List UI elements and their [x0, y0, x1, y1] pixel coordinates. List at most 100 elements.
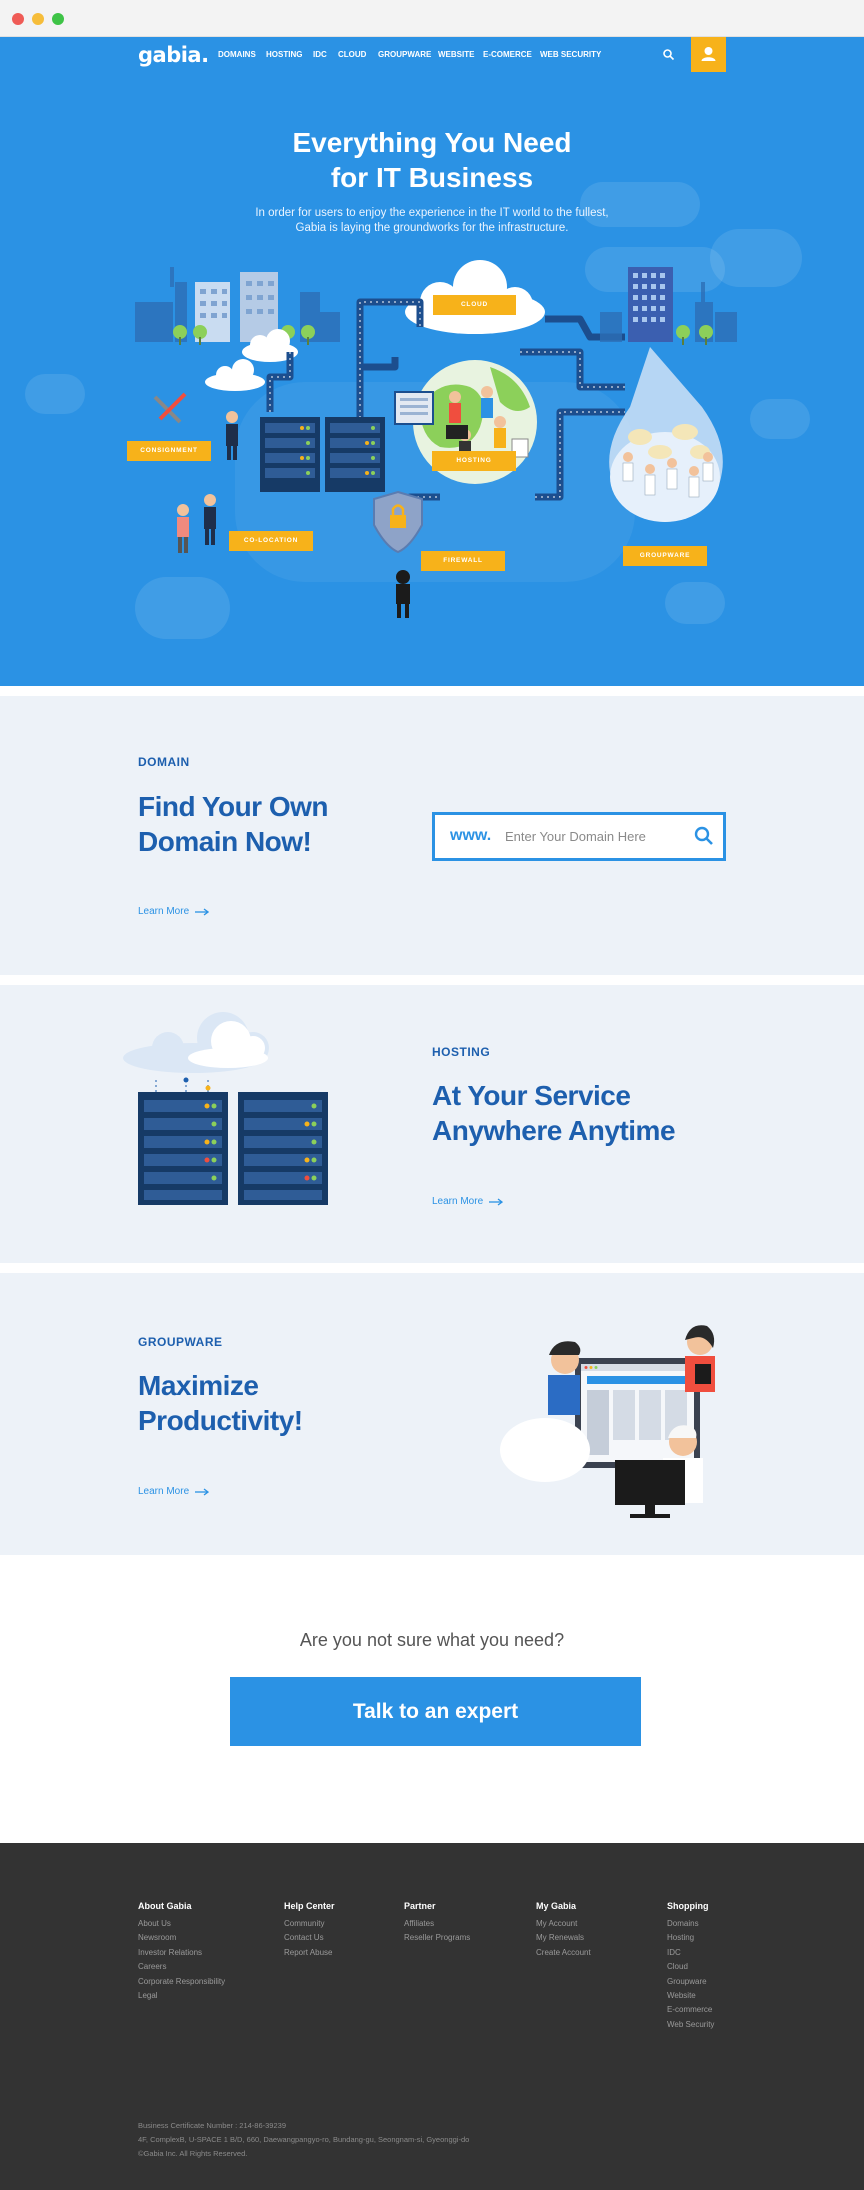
hero-title: Everything You Need for IT Business	[0, 125, 864, 195]
colocation-tag: CO-LOCATION	[229, 531, 313, 551]
www-prefix: www.	[450, 827, 492, 844]
talk-to-expert-button[interactable]: Talk to an expert	[230, 1677, 641, 1746]
learn-more-label: Learn More	[138, 1486, 190, 1497]
footer-link-cloud[interactable]: Cloud	[667, 1960, 714, 1974]
groupware-tag: GROUPWARE	[623, 546, 707, 566]
hosting-screen	[394, 391, 434, 425]
footer-link-report-abuse[interactable]: Report Abuse	[284, 1946, 335, 1960]
copyright: ©Gabia Inc. All Rights Reserved.	[138, 2149, 248, 2158]
hosting-learn-more-link[interactable]: Learn More	[432, 1196, 504, 1207]
user-account-button[interactable]	[691, 37, 726, 72]
search-icon[interactable]	[662, 48, 676, 62]
hosting-title-line2: Anywhere Anytime	[432, 1115, 676, 1146]
domain-learn-more-link[interactable]: Learn More	[138, 906, 210, 917]
company-info: Business Certificate Number : 214-86-392…	[138, 2119, 469, 2161]
arrow-right-icon	[489, 1197, 504, 1206]
footer-column-title: About Gabia	[138, 1901, 192, 1911]
company-address: 4F, ComplexB, U-SPACE 1 B/D, 660, Daewan…	[138, 2135, 470, 2144]
hosting-tag: HOSTING	[432, 451, 516, 471]
hacker-illustration	[396, 570, 410, 618]
hosting-title-line1: At Your Service	[432, 1080, 631, 1111]
nav-item-website[interactable]: WEBSITE	[438, 50, 474, 59]
top-navigation: gabia. DOMAINS HOSTING IDC CLOUD GROUPWA…	[0, 37, 864, 77]
colocation-people-illustration	[177, 494, 216, 553]
domain-title-line1: Find Your Own	[138, 791, 329, 822]
minimize-window-button[interactable]	[32, 13, 44, 25]
footer-link-contact-us[interactable]: Contact Us	[284, 1931, 335, 1945]
groupware-learn-more-link[interactable]: Learn More	[138, 1486, 210, 1497]
footer-column-title: Help Center	[284, 1901, 335, 1911]
cloud-tag: CLOUD	[433, 295, 516, 315]
footer-column-shopping: Shopping Domains Hosting IDC Cloud Group…	[667, 1901, 714, 2032]
footer-column-title: Partner	[404, 1901, 436, 1911]
footer-link-legal[interactable]: Legal	[138, 1989, 225, 2003]
firewall-shield-illustration	[373, 490, 423, 554]
nav-item-ecommerce[interactable]: E-COMERCE	[483, 50, 532, 59]
hero-subtitle-line2: Gabia is laying the groundworks for the …	[295, 222, 569, 234]
nav-item-web-security[interactable]: WEB SECURITY	[540, 50, 601, 59]
maximize-window-button[interactable]	[52, 13, 64, 25]
footer-column-about: About Gabia About Us Newsroom Investor R…	[138, 1901, 225, 2003]
footer-link-newsroom[interactable]: Newsroom	[138, 1931, 225, 1945]
footer-link-affiliates[interactable]: Affiliates	[404, 1917, 470, 1931]
business-certificate-number: Business Certificate Number : 214-86-392…	[138, 2121, 286, 2130]
groupware-title-line1: Maximize	[138, 1370, 259, 1401]
footer-column-partner: Partner Affiliates Reseller Programs	[404, 1901, 470, 1946]
learn-more-label: Learn More	[432, 1196, 484, 1207]
footer-link-idc[interactable]: IDC	[667, 1946, 714, 1960]
footer-link-domains[interactable]: Domains	[667, 1917, 714, 1931]
cta-question: Are you not sure what you need?	[299, 1630, 565, 1650]
nav-item-groupware[interactable]: GROUPWARE	[378, 50, 431, 59]
footer-link-investor-relations[interactable]: Investor Relations	[138, 1946, 225, 1960]
domain-title-line2: Domain Now!	[138, 826, 312, 857]
domain-search-box: www.	[432, 812, 726, 861]
domain-label: DOMAIN	[138, 755, 190, 769]
tools-illustration	[153, 392, 187, 424]
groupware-title-line2: Productivity!	[138, 1405, 303, 1436]
hosting-servers-illustration	[123, 1012, 328, 1205]
hero-title-line2: for IT Business	[330, 162, 534, 193]
footer-link-my-renewals[interactable]: My Renewals	[536, 1931, 591, 1945]
footer-link-ecommerce[interactable]: E-commerce	[667, 2003, 714, 2017]
browser-chrome	[0, 0, 864, 37]
footer-link-reseller-programs[interactable]: Reseller Programs	[404, 1931, 470, 1945]
footer-link-web-security[interactable]: Web Security	[667, 2018, 714, 2032]
domain-search-input[interactable]	[505, 825, 685, 847]
consignment-tag: CONSIGNMENT	[127, 441, 211, 461]
nav-item-domains[interactable]: DOMAINS	[218, 50, 256, 59]
footer: About Gabia About Us Newsroom Investor R…	[0, 1843, 864, 2190]
hero-title-line1: Everything You Need	[292, 127, 572, 158]
footer-column-title: Shopping	[667, 1901, 709, 1911]
footer-link-about-us[interactable]: About Us	[138, 1917, 225, 1931]
nav-item-hosting[interactable]: HOSTING	[266, 50, 302, 59]
nav-item-idc[interactable]: IDC	[313, 50, 327, 59]
nav-item-cloud[interactable]: CLOUD	[338, 50, 366, 59]
groupware-team-illustration	[609, 347, 723, 522]
footer-link-my-account[interactable]: My Account	[536, 1917, 591, 1931]
close-window-button[interactable]	[12, 13, 24, 25]
hero-subtitle-line1: In order for users to enjoy the experien…	[255, 207, 609, 219]
footer-column-help: Help Center Community Contact Us Report …	[284, 1901, 335, 1960]
groupware-office-illustration	[500, 1325, 715, 1518]
hero-subtitle: In order for users to enjoy the experien…	[0, 206, 864, 236]
footer-link-hosting[interactable]: Hosting	[667, 1931, 714, 1945]
groupware-label: GROUPWARE	[138, 1335, 223, 1349]
technician-illustration	[226, 411, 238, 460]
hosting-title: At Your Service Anywhere Anytime	[432, 1078, 676, 1148]
firewall-tag: FIREWALL	[421, 551, 505, 571]
footer-link-groupware[interactable]: Groupware	[667, 1975, 714, 1989]
footer-column-title: My Gabia	[536, 1901, 577, 1911]
footer-link-create-account[interactable]: Create Account	[536, 1946, 591, 1960]
footer-link-website[interactable]: Website	[667, 1989, 714, 2003]
gabia-logo[interactable]: gabia.	[138, 43, 209, 67]
footer-link-community[interactable]: Community	[284, 1917, 335, 1931]
footer-link-careers[interactable]: Careers	[138, 1960, 225, 1974]
footer-link-corporate-responsibility[interactable]: Corporate Responsibility	[138, 1975, 225, 1989]
arrow-right-icon	[195, 1487, 210, 1496]
browser-window: gabia. DOMAINS HOSTING IDC CLOUD GROUPWA…	[0, 0, 864, 2190]
search-icon[interactable]	[693, 825, 715, 847]
groupware-title: Maximize Productivity!	[138, 1368, 303, 1438]
learn-more-label: Learn More	[138, 906, 190, 917]
left-buildings-illustration	[173, 272, 315, 345]
hero-section: gabia. DOMAINS HOSTING IDC CLOUD GROUPWA…	[0, 37, 864, 686]
